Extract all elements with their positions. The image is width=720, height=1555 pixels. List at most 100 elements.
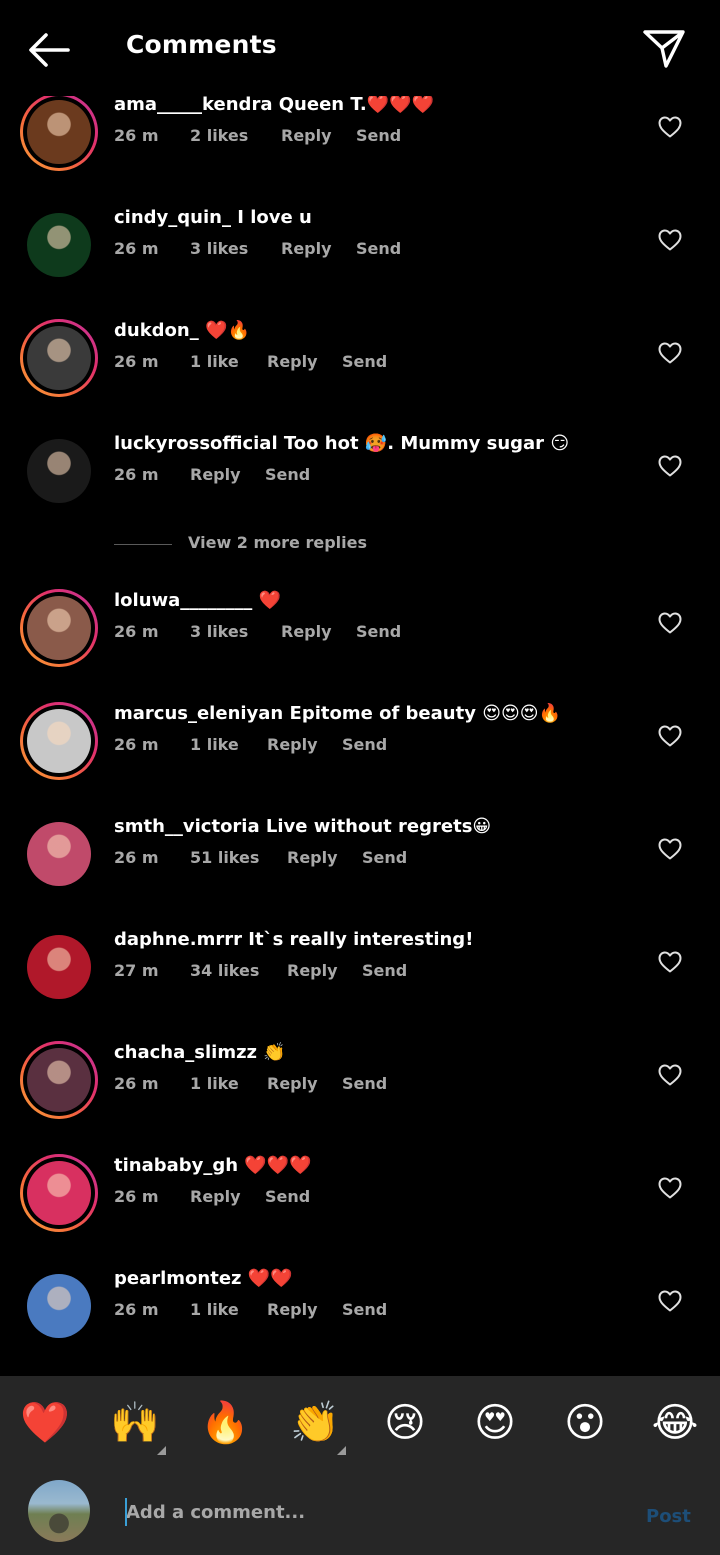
- comment-row[interactable]: ama_____kendra Queen T.❤️❤️❤️ 26 m 2 likes…: [0, 96, 720, 196]
- emoji-fire-button[interactable]: 🔥: [200, 1398, 250, 1448]
- comment-avatar[interactable]: [20, 815, 98, 893]
- comment-username[interactable]: smth__victoria: [114, 816, 260, 837]
- comment-avatar[interactable]: [20, 206, 98, 284]
- emoji-raising-hands-button[interactable]: 🙌: [110, 1398, 160, 1448]
- comment-likes[interactable]: 34 likes: [190, 961, 287, 980]
- reply-button[interactable]: Reply: [267, 735, 342, 754]
- comment-list[interactable]: ama_____kendra Queen T.❤️❤️❤️ 26 m 2 likes…: [0, 96, 720, 1376]
- reply-button[interactable]: Reply: [267, 1300, 342, 1319]
- comment-username[interactable]: cindy_quin_: [114, 207, 231, 228]
- comment-avatar[interactable]: [20, 1267, 98, 1345]
- send-button[interactable]: Send: [362, 961, 407, 980]
- comment-username[interactable]: dukdon_: [114, 320, 199, 341]
- like-comment-button[interactable]: [658, 342, 682, 364]
- send-button[interactable]: Send: [342, 1300, 387, 1319]
- comment-meta: 26 m Reply Send: [114, 465, 310, 484]
- comment-row[interactable]: pearlmontez ❤️❤️ 26 m 1 like Reply Send: [0, 1267, 720, 1370]
- comment-row[interactable]: luckyrossofficial Too hot 🥵. Mummy sugar…: [0, 432, 720, 535]
- reply-button[interactable]: Reply: [190, 1187, 265, 1206]
- reply-button[interactable]: Reply: [190, 465, 265, 484]
- comment-text: loluwa________ ❤️: [114, 590, 281, 611]
- like-comment-button[interactable]: [658, 838, 682, 860]
- comment-likes[interactable]: 3 likes: [190, 622, 281, 641]
- comment-avatar[interactable]: [20, 702, 98, 780]
- reply-button[interactable]: Reply: [287, 961, 362, 980]
- comment-input[interactable]: [126, 1496, 606, 1528]
- comment-meta: 26 m 3 likes Reply Send: [114, 239, 401, 258]
- comment-avatar[interactable]: [20, 432, 98, 510]
- comment-username[interactable]: chacha_slimzz: [114, 1042, 257, 1063]
- emoji-clapping-button[interactable]: 👏: [290, 1398, 340, 1448]
- comment-text: pearlmontez ❤️❤️: [114, 1268, 293, 1289]
- like-comment-button[interactable]: [658, 951, 682, 973]
- send-button[interactable]: Send: [356, 622, 401, 641]
- comment-likes[interactable]: 1 like: [190, 1074, 267, 1093]
- comment-likes[interactable]: 1 like: [190, 735, 267, 754]
- comment-avatar[interactable]: [20, 1154, 98, 1232]
- like-comment-button[interactable]: [658, 229, 682, 251]
- send-button[interactable]: Send: [362, 848, 407, 867]
- reply-button[interactable]: Reply: [267, 352, 342, 371]
- comment-username[interactable]: luckyrossofficial: [114, 433, 278, 454]
- post-button[interactable]: Post: [646, 1506, 691, 1527]
- share-button[interactable]: [642, 26, 686, 70]
- comment-meta: 26 m 1 like Reply Send: [114, 1300, 387, 1319]
- comment-row[interactable]: tinababy_gh ❤️❤️❤️ 26 m Reply Send: [0, 1154, 720, 1257]
- reply-button[interactable]: Reply: [267, 1074, 342, 1093]
- emoji-heart-eyes-button[interactable]: 😍: [470, 1398, 520, 1448]
- comment-body: 👏: [263, 1042, 286, 1063]
- reply-button[interactable]: Reply: [281, 622, 356, 641]
- emoji-surprised-button[interactable]: 😮: [560, 1398, 610, 1448]
- comment-row[interactable]: cindy_quin_ I love u 26 m 3 likes Reply Send: [0, 206, 720, 309]
- heart-outline-icon: [658, 342, 682, 364]
- like-comment-button[interactable]: [658, 455, 682, 477]
- comment-row[interactable]: loluwa________ ❤️ 26 m 3 likes Reply Send: [0, 589, 720, 692]
- like-comment-button[interactable]: [658, 1064, 682, 1086]
- comment-row[interactable]: daphne.mrrr It`s really interesting! 27 m…: [0, 928, 720, 1031]
- reply-button[interactable]: Reply: [281, 126, 356, 145]
- emoji-crying-button[interactable]: 😢: [380, 1398, 430, 1448]
- comment-likes[interactable]: 51 likes: [190, 848, 287, 867]
- emoji-laughing-button[interactable]: 😂: [650, 1398, 700, 1448]
- send-button[interactable]: Send: [356, 126, 401, 145]
- comment-avatar[interactable]: [20, 928, 98, 1006]
- comment-username[interactable]: tinababy_gh: [114, 1155, 238, 1176]
- comment-meta: 26 m 2 likes Reply Send: [114, 126, 401, 145]
- like-comment-button[interactable]: [658, 1177, 682, 1199]
- comment-row[interactable]: marcus_eleniyan Epitome of beauty 😍😍😍🔥 26…: [0, 702, 720, 805]
- like-comment-button[interactable]: [658, 116, 682, 138]
- emoji-heart-button[interactable]: ❤️: [20, 1398, 70, 1448]
- like-comment-button[interactable]: [658, 725, 682, 747]
- like-comment-button[interactable]: [658, 612, 682, 634]
- comment-avatar[interactable]: [20, 1041, 98, 1119]
- send-button[interactable]: Send: [356, 239, 401, 258]
- comment-row[interactable]: smth__victoria Live without regrets😀 26 m…: [0, 815, 720, 918]
- heart-outline-icon: [658, 1177, 682, 1199]
- comment-username[interactable]: ama_____kendra: [114, 96, 272, 115]
- comment-username[interactable]: pearlmontez: [114, 1268, 242, 1289]
- reply-button[interactable]: Reply: [281, 239, 356, 258]
- comment-avatar[interactable]: [20, 319, 98, 397]
- comment-likes[interactable]: 3 likes: [190, 239, 281, 258]
- comment-likes[interactable]: 2 likes: [190, 126, 281, 145]
- comment-username[interactable]: loluwa________: [114, 590, 252, 611]
- comment-text: luckyrossofficial Too hot 🥵. Mummy sugar…: [114, 433, 569, 454]
- send-button[interactable]: Send: [265, 1187, 310, 1206]
- send-button[interactable]: Send: [342, 1074, 387, 1093]
- comment-row[interactable]: dukdon_ ❤️🔥 26 m 1 like Reply Send: [0, 319, 720, 422]
- send-button[interactable]: Send: [342, 735, 387, 754]
- send-button[interactable]: Send: [265, 465, 310, 484]
- comment-likes[interactable]: 1 like: [190, 1300, 267, 1319]
- comment-username[interactable]: daphne.mrrr: [114, 929, 242, 950]
- comment-username[interactable]: marcus_eleniyan: [114, 703, 283, 724]
- comment-avatar[interactable]: [20, 589, 98, 667]
- comment-likes[interactable]: 1 like: [190, 352, 267, 371]
- comment-avatar[interactable]: [20, 96, 98, 171]
- send-button[interactable]: Send: [342, 352, 387, 371]
- comment-time: 26 m: [114, 735, 159, 754]
- comment-row[interactable]: chacha_slimzz 👏 26 m 1 like Reply Send: [0, 1041, 720, 1144]
- skin-tone-corner-icon: [337, 1446, 346, 1455]
- reply-button[interactable]: Reply: [287, 848, 362, 867]
- like-comment-button[interactable]: [658, 1290, 682, 1312]
- back-button[interactable]: [26, 28, 72, 72]
